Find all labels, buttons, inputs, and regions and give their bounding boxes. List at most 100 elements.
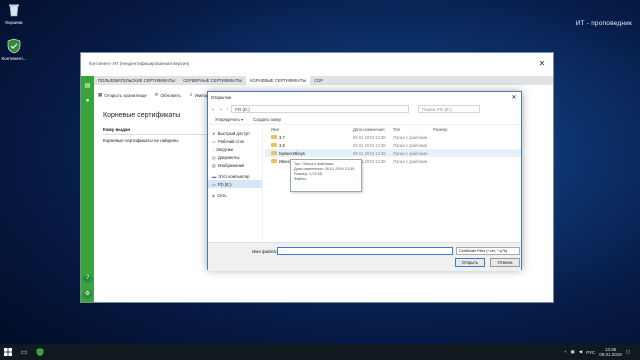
star-icon: ★: [212, 130, 216, 136]
open-file-dialog: Открытие ✕ ← → ↑ FD (E:) Поиск: FD (E:) …: [207, 91, 522, 271]
folder-icon: [271, 159, 277, 163]
continent-taskbar-icon[interactable]: [32, 344, 48, 360]
app-title: Континент-АП (неидентифицированная верси…: [89, 60, 190, 66]
import-icon: ⇩: [188, 92, 193, 97]
settings-icon[interactable]: ⚙: [83, 290, 92, 299]
clock-date: 09.01.2019: [599, 352, 622, 357]
tab-root-certificates[interactable]: КОРНЕВЫЕ СЕРТИФИКАТЫ: [246, 76, 311, 85]
nav-drive-e[interactable]: ▭ FD (E:): [208, 180, 262, 188]
nav-label: Документы: [217, 154, 240, 160]
folder-tooltip: Тип: Папка с файлами Дата изменения: 08.…: [290, 159, 362, 192]
system-tray: ^ ▣ ◀ РУС 13:36 09.01.2019 ▢: [564, 347, 640, 357]
nav-documents[interactable]: ▤ Документы: [208, 153, 262, 161]
tab-server-certificates[interactable]: СЕРВЕРНЫЕ СЕРТИФИКАТЫ: [179, 76, 246, 85]
nav-images[interactable]: ▨ Изображения: [208, 161, 262, 169]
nav-network[interactable]: ◈ Сеть: [208, 191, 262, 199]
language-indicator[interactable]: РУС: [586, 350, 595, 355]
open-store-button[interactable]: ▦ Открыть хранилище: [98, 92, 147, 98]
taskview-icon[interactable]: ▭: [16, 344, 32, 360]
tooltip-line: Файлы:: [294, 177, 308, 181]
file-type: Папка с файлами: [393, 150, 428, 156]
address-bar: ← → ↑ FD (E:) Поиск: FD (E:): [211, 104, 518, 113]
tab-cdp[interactable]: CDP: [310, 76, 327, 85]
nav-label: FD (E:): [217, 181, 232, 187]
folder-icon: [271, 143, 277, 147]
file-row[interactable]: topsecretkeys 08.01.2019 13:35 Папка с ф…: [265, 149, 521, 157]
file-row[interactable]: 3.8 08.01.2019 13:35 Папка с файлами: [265, 141, 521, 149]
nav-label: Быстрый доступ: [217, 130, 250, 136]
documents-icon: ▤: [212, 154, 216, 160]
nav-label: Рабочий стол: [217, 138, 245, 144]
forward-arrow-icon[interactable]: →: [219, 106, 224, 111]
question-icon[interactable]: ?: [83, 274, 92, 283]
store-icon: ▦: [98, 92, 103, 97]
clock[interactable]: 13:36 09.01.2019: [599, 347, 622, 357]
nav-label: Загрузки: [216, 146, 233, 152]
file-type: Папка с файлами: [393, 142, 428, 148]
notifications-icon[interactable]: ▢: [626, 349, 630, 355]
close-icon[interactable]: ✕: [531, 59, 553, 68]
open-store-label: Открыть хранилище: [104, 92, 147, 98]
nav-this-pc[interactable]: ▬ Этот компьютер: [208, 172, 262, 180]
file-name: 3.8: [279, 142, 285, 148]
nav-label: Изображения: [217, 162, 245, 168]
recycle-bin-desktop-icon[interactable]: Корзина: [1, 2, 27, 25]
open-button[interactable]: Открыть: [455, 258, 485, 267]
location-pin-icon[interactable]: ●: [83, 97, 92, 106]
path-field[interactable]: FD (E:): [231, 104, 410, 113]
file-date: 08.01.2019 13:35: [353, 134, 386, 140]
up-arrow-icon[interactable]: ↑: [226, 106, 228, 111]
list-icon[interactable]: ▤: [83, 82, 92, 91]
organize-button[interactable]: Упорядочить ▾: [215, 117, 243, 122]
nav-label: Сеть: [217, 192, 227, 198]
folder-icon: [271, 151, 277, 155]
download-icon: ↓: [212, 146, 215, 152]
recycle-bin-label: Корзина: [5, 20, 23, 25]
drive-icon: ▭: [212, 181, 216, 187]
dialog-title: Открытие: [211, 95, 232, 100]
tab-user-certificates[interactable]: ПОЛЬЗОВАТЕЛЬСКИЕ СЕРТИФИКАТЫ: [94, 76, 179, 85]
nav-desktop[interactable]: ▭ Рабочий стол: [208, 137, 262, 145]
column-type[interactable]: Тип: [393, 127, 433, 132]
images-icon: ▨: [212, 162, 216, 168]
filename-label: Имя файла:: [252, 249, 278, 254]
refresh-button[interactable]: ⟳ Обновить: [155, 92, 181, 98]
desktop-icon: ▭: [212, 138, 216, 144]
shield-icon: [6, 38, 22, 54]
volume-icon[interactable]: ◀: [579, 349, 582, 355]
watermark-text: ИТ - проповедник: [575, 20, 632, 27]
nav-downloads[interactable]: ↓ Загрузки: [208, 145, 262, 153]
filename-input[interactable]: [277, 247, 453, 255]
dialog-footer: Имя файла: Certificate Files (*.cer, *.p…: [208, 242, 521, 271]
file-type-filter[interactable]: Certificate Files (*.cer, *.p7b): [456, 247, 520, 255]
nav-label: Этот компьютер: [218, 173, 250, 179]
app-titlebar: Континент-АП (неидентифицированная верси…: [81, 53, 553, 73]
dialog-close-icon[interactable]: ✕: [507, 94, 521, 101]
column-size[interactable]: Размер: [433, 127, 463, 132]
network-tray-icon[interactable]: ▣: [570, 349, 574, 355]
start-button[interactable]: [0, 344, 16, 360]
taskbar: ▭ ^ ▣ ◀ РУС 13:36 09.01.2019 ▢: [0, 344, 640, 360]
windows-icon: [4, 348, 12, 356]
page-title: Корневые сертификаты: [103, 112, 181, 119]
folder-icon: [271, 135, 277, 139]
column-date[interactable]: Дата изменения: [353, 127, 393, 132]
refresh-label: Обновить: [160, 92, 181, 98]
file-name: topsecretkeys: [279, 150, 305, 156]
column-name[interactable]: Имя: [265, 127, 353, 132]
nav-quick-access[interactable]: ★ Быстрый доступ: [208, 129, 262, 137]
network-icon: ◈: [212, 192, 216, 198]
new-folder-button[interactable]: Создать папку: [253, 117, 281, 122]
file-name: 3.7: [279, 134, 285, 140]
continent-desktop-icon[interactable]: Континент...: [1, 38, 27, 61]
file-list-header: Имя Дата изменения Тип Размер: [265, 126, 521, 133]
search-input[interactable]: Поиск: FD (E:): [418, 104, 481, 113]
file-date: 08.01.2019 13:35: [353, 142, 386, 148]
dialog-titlebar: Открытие ✕: [208, 92, 521, 103]
chevron-up-icon[interactable]: ^: [564, 350, 566, 355]
back-arrow-icon[interactable]: ←: [211, 106, 216, 111]
cancel-button[interactable]: Отмена: [490, 258, 520, 267]
file-type: Папка с файлами: [393, 158, 428, 164]
file-date: 08.01.2019 13:35: [353, 150, 386, 156]
file-row[interactable]: 3.7 08.01.2019 13:35 Папка с файлами: [265, 133, 521, 141]
